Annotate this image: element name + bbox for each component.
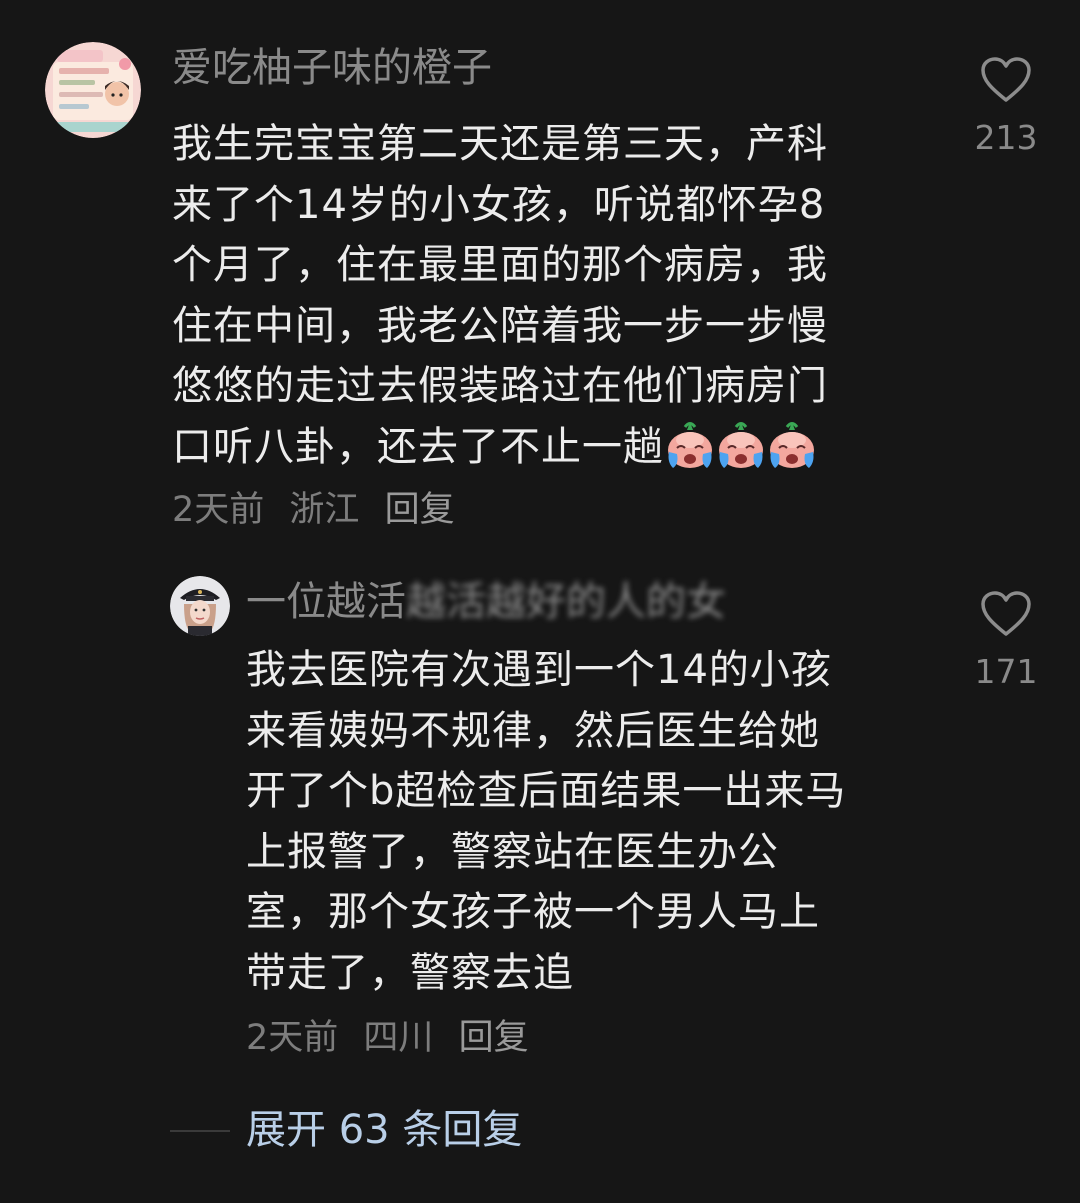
like-button[interactable]: 171 (956, 590, 1056, 692)
commenter-avatar[interactable] (45, 42, 141, 138)
comment-line: 来了个14岁的小女孩，听说都怀孕8 (172, 181, 826, 228)
comment-line: 口听八卦，还去了不止一趟 (172, 423, 664, 470)
comment-line: 来看姨妈不规律，然后医生给她 (246, 707, 820, 754)
crying-face-emoji-icon (668, 421, 712, 468)
crying-face-emoji-icon (719, 421, 763, 468)
comment-location: 四川 (363, 1018, 434, 1058)
crying-face-emoji-icon (770, 421, 814, 468)
like-count: 171 (974, 652, 1038, 691)
comment-line: 个月了，住在最里面的那个病房，我 (172, 242, 828, 288)
comment-meta: 2天前 浙江 回复 (172, 488, 469, 532)
expand-replies-button[interactable]: 展开 63 条回复 (246, 1104, 522, 1156)
comment-line-last: 口听八卦，还去了不止一趟 (172, 417, 942, 478)
username[interactable]: 一位越活越活越好的人的女 (246, 578, 726, 626)
username-visible: 一位越活 (246, 579, 406, 625)
comment-line: 上报警了，警察站在医生办公 (246, 828, 779, 875)
heart-outline-icon (981, 57, 1031, 102)
comment-location: 浙江 (289, 490, 360, 530)
cartoon-sticker-avatar-icon (45, 42, 141, 138)
comment-text: 我去医院有次遇到一个14的小孩 来看姨妈不规律，然后医生给她 开了个b超检查后面… (246, 640, 926, 1003)
reply-button[interactable]: 回复 (459, 1018, 529, 1058)
comment-line: 开了个b超检查后面结果一出来马 (246, 768, 847, 814)
divider-line (170, 1130, 230, 1132)
comment-line: 我生完宝宝第二天还是第三天，产科 (172, 121, 828, 167)
comment-time: 2天前 (172, 490, 265, 530)
comment-line: 我去医院有次遇到一个14的小孩 (246, 647, 832, 693)
comment-line: 住在中间，我老公陪着我一步一步慢 (172, 302, 828, 349)
reply-button[interactable]: 回复 (385, 490, 455, 530)
comment-meta: 2天前 四川 回复 (246, 1016, 543, 1060)
commenter-avatar[interactable] (170, 576, 230, 636)
girl-photo-avatar-icon (170, 576, 230, 636)
like-count: 213 (974, 118, 1038, 157)
comment-text: 我生完宝宝第二天还是第三天，产科 来了个14岁的小女孩，听说都怀孕8 个月了，住… (172, 114, 942, 477)
comment-line: 带走了，警察去追 (246, 949, 574, 996)
comment-time: 2天前 (246, 1018, 339, 1058)
username[interactable]: 爱吃柚子味的橙子 (172, 44, 492, 92)
comment-line: 悠悠的走过去假装路过在他们病房门 (172, 363, 828, 409)
heart-outline-icon (981, 591, 1031, 636)
comment-line: 室，那个女孩子被一个男人马上 (246, 889, 820, 935)
username-obscured: 越活越好的人的女 (406, 579, 726, 625)
like-button[interactable]: 213 (956, 56, 1056, 158)
